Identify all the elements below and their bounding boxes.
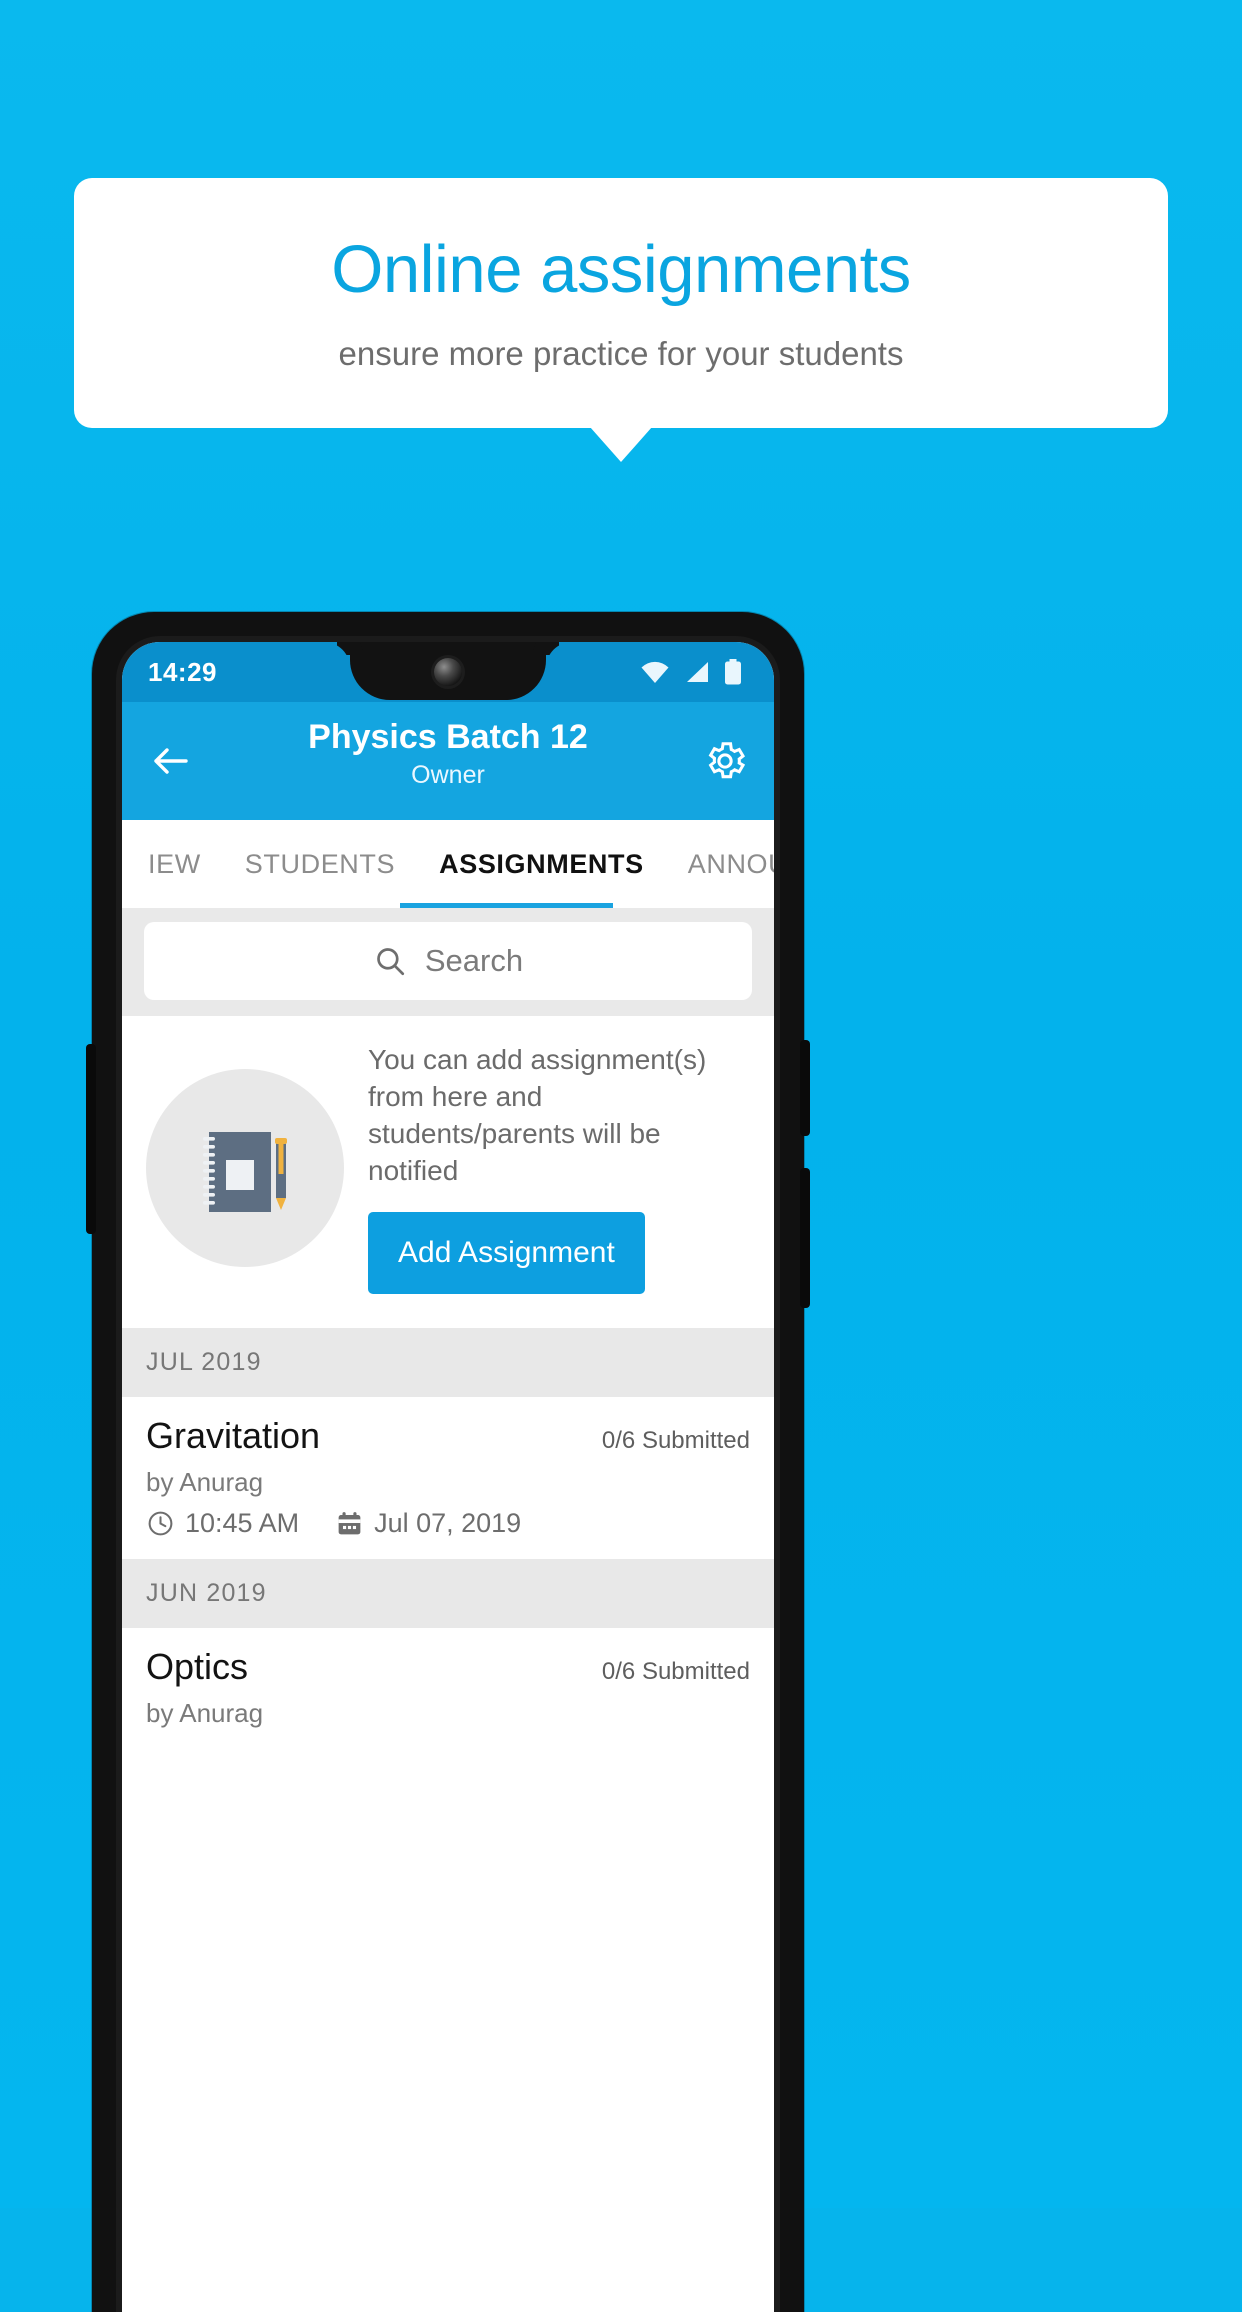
wifi-icon: [640, 660, 670, 684]
tab-students[interactable]: STUDENTS: [223, 820, 417, 908]
app-bar-titles: Physics Batch 12 Owner: [122, 716, 774, 790]
promo-subtitle: ensure more practice for your students: [338, 334, 904, 372]
tab-assignments[interactable]: ASSIGNMENTS: [417, 820, 666, 908]
tab-overview[interactable]: IEW: [126, 820, 223, 908]
promo-bubble-tail: [590, 427, 652, 462]
assignment-submitted-count: 0/6 Submitted: [601, 1657, 750, 1685]
assignment-row-gravitation[interactable]: Gravitation 0/6 Submitted by Anurag 10:4…: [122, 1396, 774, 1559]
add-assignment-button[interactable]: Add Assignment: [368, 1211, 645, 1294]
search-placeholder: Search: [424, 943, 524, 978]
status-clock: 14:29: [148, 656, 217, 687]
assignment-time: 10:45 AM: [185, 1507, 300, 1538]
assignment-author: by Anurag: [146, 1697, 264, 1728]
signal-icon: [684, 660, 710, 684]
assignment-meta: 10:45 AM Jul 07, 2019: [146, 1508, 750, 1539]
search-section: Search: [122, 908, 774, 1016]
front-camera: [434, 658, 462, 686]
assignment-row-top: Optics 0/6 Submitted: [146, 1646, 750, 1688]
month-header-jun: JUN 2019: [122, 1558, 774, 1628]
search-input[interactable]: Search: [144, 922, 752, 1000]
notebook-and-pen-icon: [146, 1068, 344, 1267]
gear-icon[interactable]: [702, 738, 748, 784]
empty-state-content: You can add assignment(s) from here and …: [368, 1042, 750, 1294]
tab-active-indicator: [400, 903, 613, 908]
phone-notch: [350, 642, 546, 700]
phone-mockup: 14:29 Physics Batch 12 Owner IEW STUDENT…: [86, 612, 810, 2312]
tab-announcements[interactable]: ANNOUNCEM: [666, 820, 774, 908]
phone-screen: 14:29 Physics Batch 12 Owner IEW STUDENT…: [122, 642, 774, 2312]
calendar-icon: [335, 1509, 364, 1538]
status-icons: [640, 659, 748, 685]
power-button[interactable]: [800, 1040, 810, 1136]
assistant-button[interactable]: [86, 1044, 96, 1234]
page-subtitle: Owner: [411, 760, 485, 789]
search-icon: [373, 944, 407, 978]
assignment-submitted-count: 0/6 Submitted: [601, 1426, 750, 1454]
empty-state-card: You can add assignment(s) from here and …: [122, 1016, 774, 1328]
app-bar: Physics Batch 12 Owner: [122, 702, 774, 820]
assignment-author: by Anurag: [146, 1466, 264, 1497]
clock-icon: [146, 1509, 175, 1538]
assignment-date: Jul 07, 2019: [374, 1507, 522, 1538]
assignment-title: Gravitation: [146, 1414, 321, 1456]
volume-button[interactable]: [800, 1168, 810, 1308]
battery-icon: [724, 659, 742, 685]
phone-bezel: 14:29 Physics Batch 12 Owner IEW STUDENT…: [116, 636, 780, 2312]
empty-state-text: You can add assignment(s) from here and …: [368, 1044, 707, 1186]
page-title: Physics Batch 12: [308, 718, 588, 756]
status-bar: 14:29: [122, 642, 774, 702]
tab-bar[interactable]: IEW STUDENTS ASSIGNMENTS ANNOUNCEM: [122, 820, 774, 908]
promo-bubble: Online assignments ensure more practice …: [74, 178, 1168, 428]
assignment-row-top: Gravitation 0/6 Submitted: [146, 1415, 750, 1457]
back-arrow-icon[interactable]: [148, 739, 192, 783]
assignment-title: Optics: [146, 1645, 249, 1687]
month-header-jul: JUL 2019: [122, 1327, 774, 1397]
promo-title: Online assignments: [331, 232, 911, 308]
assignment-row-optics[interactable]: Optics 0/6 Submitted by Anurag: [122, 1627, 774, 1749]
